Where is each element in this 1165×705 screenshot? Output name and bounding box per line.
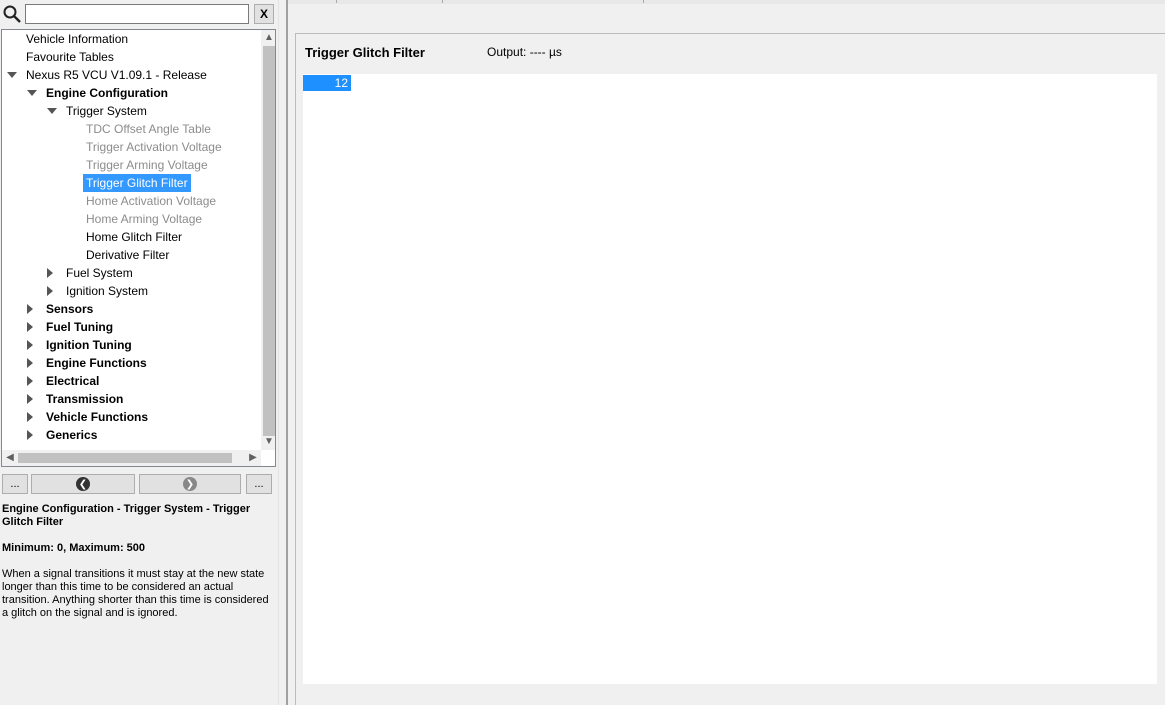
tree-item-label: Home Glitch Filter (86, 230, 183, 244)
tree-item-label: Home Activation Voltage (86, 194, 217, 208)
tab-divider (442, 0, 443, 3)
tab-strip (288, 0, 1165, 4)
tree-item-label: Engine Functions (46, 356, 147, 370)
chevron-right-icon: ❯ (183, 477, 197, 491)
tree-item[interactable]: Nexus R5 VCU V1.09.1 - Release (7, 66, 210, 84)
tree-item-label: Generics (46, 428, 98, 442)
tree-item[interactable]: Transmission (27, 390, 126, 408)
tree-item-label: Trigger Glitch Filter (83, 174, 191, 192)
scroll-left-icon[interactable]: ◀ (2, 450, 18, 466)
tree-item-label: Derivative Filter (86, 248, 170, 262)
tree-item[interactable]: Home Arming Voltage (83, 210, 205, 228)
tree-item-label: Electrical (46, 374, 100, 388)
tree-item[interactable]: Engine Configuration (27, 84, 171, 102)
scroll-right-icon[interactable]: ▶ (245, 450, 261, 466)
tree-item[interactable]: Derivative Filter (83, 246, 172, 264)
forward-button[interactable]: ❯ (139, 474, 241, 494)
vertical-scroll-thumb[interactable] (263, 46, 275, 436)
clear-search-button[interactable]: X (254, 4, 274, 24)
collapse-arrow-icon[interactable] (27, 304, 33, 314)
tree-item-label: Trigger Activation Voltage (86, 140, 222, 154)
expand-arrow-icon[interactable] (7, 72, 17, 78)
tree-item[interactable]: Vehicle Information (23, 30, 131, 48)
description-range: Minimum: 0, Maximum: 500 (2, 542, 146, 554)
collapse-arrow-icon[interactable] (27, 376, 33, 386)
description-path: Engine Configuration - Trigger System - … (2, 503, 251, 528)
tree-item-label: Trigger System (66, 104, 147, 118)
tree-item-label: Trigger Arming Voltage (86, 158, 208, 172)
chevron-left-icon: ❮ (76, 477, 90, 491)
tree-item[interactable]: Generics (27, 426, 100, 444)
scroll-down-icon[interactable]: ▼ (261, 434, 275, 450)
description-body: When a signal transitions it must stay a… (2, 568, 269, 619)
tree-item[interactable]: Fuel System (47, 264, 136, 282)
tree-item-label: Vehicle Functions (46, 410, 149, 424)
tree-item-label: Ignition Tuning (46, 338, 132, 352)
value-cell[interactable]: 12 (303, 75, 351, 91)
description-panel: Engine Configuration - Trigger System - … (2, 503, 274, 633)
tab-divider (643, 0, 644, 3)
collapse-arrow-icon[interactable] (27, 412, 33, 422)
back-button[interactable]: ❮ (31, 474, 135, 494)
tree-item-label: Nexus R5 VCU V1.09.1 - Release (26, 68, 207, 82)
tree-view: Vehicle Information Favourite Tables Nexus… (1, 29, 276, 467)
tree-item-label: Engine Configuration (46, 86, 168, 100)
tree-item[interactable]: Trigger Arming Voltage (83, 156, 211, 174)
tree-item[interactable]: Ignition Tuning (27, 336, 135, 354)
tree-item[interactable]: TDC Offset Angle Table (83, 120, 214, 138)
table-grid[interactable] (303, 74, 1157, 684)
more-right-button[interactable]: ... (246, 474, 272, 494)
tree-item[interactable]: Trigger Glitch Filter (83, 174, 191, 192)
tree-item[interactable]: Home Glitch Filter (83, 228, 185, 246)
collapse-arrow-icon[interactable] (27, 394, 33, 404)
tree-item-label: TDC Offset Angle Table (86, 122, 211, 136)
tree-item-label: Transmission (46, 392, 124, 406)
tree-item[interactable]: Fuel Tuning (27, 318, 116, 336)
expand-arrow-icon[interactable] (27, 90, 37, 96)
tree-item-label: Sensors (46, 302, 94, 316)
more-left-button[interactable]: ... (2, 474, 28, 494)
collapse-arrow-icon[interactable] (27, 430, 33, 440)
collapse-arrow-icon[interactable] (27, 322, 33, 332)
table-title: Trigger Glitch Filter (305, 45, 425, 60)
search-icon[interactable] (3, 5, 21, 23)
tree-item-label: Home Arming Voltage (86, 212, 203, 226)
output-readout: Output: ---- µs (487, 45, 562, 59)
expand-arrow-icon[interactable] (47, 108, 57, 114)
horizontal-scroll-thumb[interactable] (18, 453, 232, 463)
tree-item[interactable]: Electrical (27, 372, 102, 390)
tree-item[interactable]: Trigger Activation Voltage (83, 138, 225, 156)
tree-item[interactable]: Home Activation Voltage (83, 192, 219, 210)
tree-item-label: Fuel System (66, 266, 133, 280)
tree-item[interactable]: Vehicle Functions (27, 408, 151, 426)
search-input[interactable] (25, 4, 249, 24)
tree-item-label: Fuel Tuning (46, 320, 114, 334)
collapse-arrow-icon[interactable] (27, 340, 33, 350)
tree-item-label: Ignition System (66, 284, 149, 298)
tree-item[interactable]: Favourite Tables (23, 48, 117, 66)
collapse-arrow-icon[interactable] (47, 268, 53, 278)
scroll-up-icon[interactable]: ▲ (261, 30, 275, 46)
tree-item[interactable]: Ignition System (47, 282, 151, 300)
tree-item[interactable]: Sensors (27, 300, 96, 318)
tab-divider (336, 0, 337, 3)
tree-item[interactable]: Trigger System (47, 102, 150, 120)
collapse-arrow-icon[interactable] (27, 358, 33, 368)
tree-item-label: Favourite Tables (26, 50, 114, 64)
tree-item-label: Vehicle Information (26, 32, 129, 46)
tree-item[interactable]: Engine Functions (27, 354, 150, 372)
collapse-arrow-icon[interactable] (47, 286, 53, 296)
